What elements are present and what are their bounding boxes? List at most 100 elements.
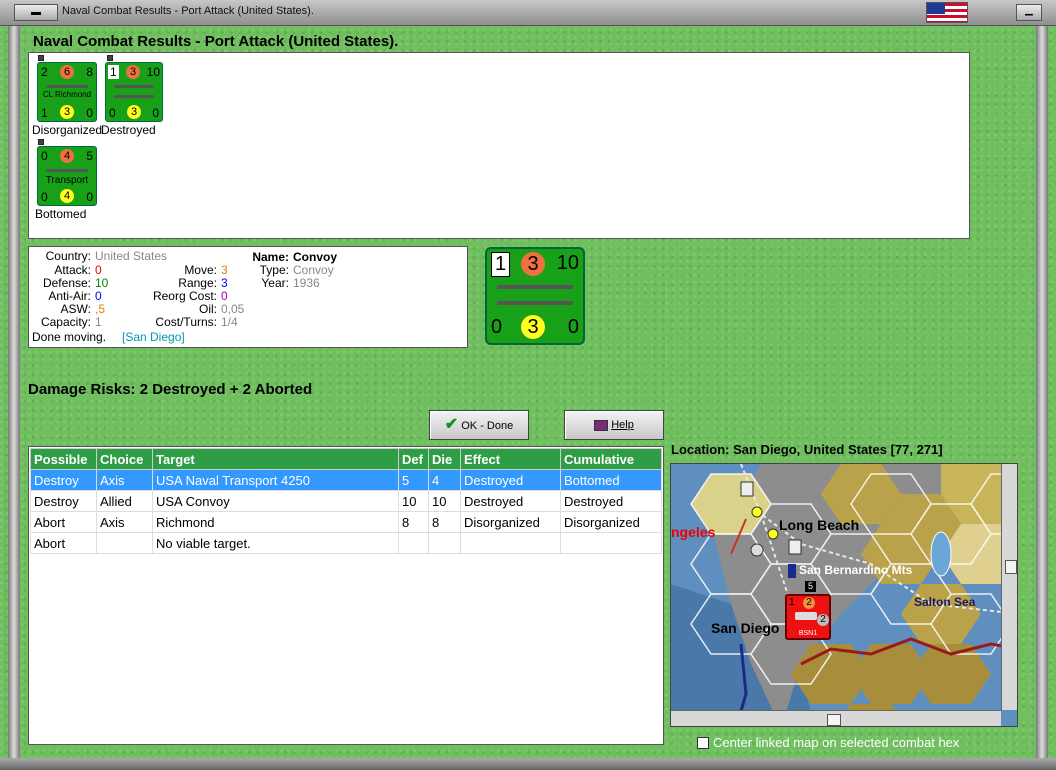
ok-done-button[interactable]: ✔ OK - Done: [429, 410, 529, 440]
column-header[interactable]: Cumulative: [560, 448, 662, 470]
counter-value: 1: [491, 252, 511, 277]
info-value: ,5: [95, 302, 106, 316]
nation-marker-icon: [107, 55, 113, 61]
damage-risks: Damage Risks: 2 Destroyed + 2 Aborted: [28, 381, 313, 398]
table-cell: Destroy: [30, 469, 97, 491]
scroll-thumb[interactable]: [827, 714, 841, 726]
info-value: 1936: [293, 276, 320, 290]
info-value: 3: [221, 276, 228, 290]
table-cell: 4: [428, 469, 461, 491]
column-header[interactable]: Choice: [96, 448, 153, 470]
column-header[interactable]: Effect: [460, 448, 561, 470]
table-cell: Axis: [96, 511, 153, 533]
scroll-thumb[interactable]: [1005, 560, 1017, 574]
frame-left: [8, 26, 20, 760]
window-title: Naval Combat Results - Port Attack (Unit…: [62, 5, 314, 17]
help-button[interactable]: Help: [564, 410, 664, 440]
table-cell: Bottomed: [560, 469, 662, 491]
table-row[interactable]: Destroy Allied USA Convoy 10 10 Destroye…: [30, 490, 662, 512]
table-cell: Destroyed: [460, 469, 561, 491]
table-row[interactable]: Destroy Axis USA Naval Transport 4250 5 …: [30, 469, 662, 491]
ship-icon: [114, 95, 154, 98]
info-value: 10: [95, 276, 109, 290]
info-label: Year:: [261, 276, 289, 290]
counter-value: 6: [60, 65, 74, 79]
counter-value: 0: [567, 316, 579, 338]
ship-icon: [46, 169, 88, 172]
stack-count-badge: 5: [805, 581, 816, 592]
ship-icon: [46, 85, 88, 88]
counter-name: CL Richmond: [42, 90, 92, 99]
counter-value: 2: [817, 614, 829, 626]
column-header[interactable]: Target: [152, 448, 399, 470]
info-label: Reorg Cost:: [152, 289, 217, 303]
system-menu-button[interactable]: ▬: [14, 4, 58, 21]
table-cell: [398, 532, 429, 554]
counter-value: 0: [86, 190, 93, 204]
units-panel: 2 6 8 CL Richmond 1 3 0 Disorganized 1 3…: [28, 52, 970, 239]
selected-unit-counter: 1 3 10 0 3 0: [485, 247, 585, 345]
table-cell: USA Naval Transport 4250: [152, 469, 399, 491]
counter-value: 5: [86, 149, 93, 163]
counter-value: 4: [60, 189, 74, 203]
nation-marker-icon: [38, 55, 44, 61]
linked-map[interactable]: ngeles Long Beach San Bernardino Mts Sal…: [670, 463, 1018, 727]
table-row[interactable]: Abort Axis Richmond 8 8 Disorganized Dis…: [30, 511, 662, 533]
counter-value: 0: [109, 106, 116, 120]
ship-icon: [795, 612, 817, 620]
column-header[interactable]: Def: [398, 448, 429, 470]
table-cell: [460, 532, 561, 554]
info-label: ASW:: [60, 302, 91, 316]
counter-value: 2: [803, 597, 815, 609]
frame-right: [1036, 26, 1048, 760]
us-flag-icon: [926, 2, 968, 23]
nation-marker-icon: [38, 139, 44, 145]
unit-counter-transport[interactable]: 0 4 5 Transport 0 4 0: [37, 146, 97, 206]
table-cell: 8: [428, 511, 461, 533]
unit-counter-convoy[interactable]: 1 3 10 0 3 0: [105, 62, 163, 122]
counter-value: 8: [86, 65, 93, 79]
info-value: Convoy: [293, 250, 338, 264]
ok-done-label: OK - Done: [461, 420, 514, 432]
center-map-checkbox[interactable]: [697, 737, 709, 749]
map-unit-counter[interactable]: 1 2 2 BSN1: [785, 594, 831, 640]
minimize-button[interactable]: ▁: [1016, 4, 1042, 21]
frame-bottom: [0, 758, 1056, 770]
counter-name: BSN1: [798, 630, 818, 637]
info-label: Country:: [45, 249, 91, 263]
info-label: Anti-Air:: [48, 289, 91, 303]
table-row[interactable]: Abort No viable target.: [30, 532, 662, 554]
map-label-san-bernardino: San Bernardino Mts: [799, 563, 913, 577]
table-cell: [428, 532, 461, 554]
info-label: Move:: [184, 263, 217, 277]
help-label: Help: [611, 419, 634, 431]
info-label: Capacity:: [40, 315, 91, 329]
map-vertical-scrollbar[interactable]: [1001, 464, 1017, 710]
counter-value: 3: [126, 65, 140, 79]
counter-value: 3: [521, 252, 545, 276]
unit-status: Destroyed: [101, 123, 156, 137]
center-map-label: Center linked map on selected combat hex: [713, 735, 960, 750]
unit-counter-richmond[interactable]: 2 6 8 CL Richmond 1 3 0: [37, 62, 97, 122]
column-header[interactable]: Die: [428, 448, 461, 470]
unit-status: Disorganized: [32, 123, 103, 137]
table-cell: Allied: [96, 490, 153, 512]
column-header[interactable]: Possible: [30, 448, 97, 470]
table-cell: Richmond: [152, 511, 399, 533]
counter-value: 10: [146, 65, 160, 79]
counter-value: 0: [491, 316, 503, 338]
map-horizontal-scrollbar[interactable]: [671, 710, 1001, 726]
table-cell: 5: [398, 469, 429, 491]
counter-value: 10: [556, 252, 579, 274]
info-label: Cost/Turns:: [155, 315, 217, 329]
map-label-salton-sea: Salton Sea: [914, 595, 976, 609]
counter-value: 3: [521, 315, 545, 339]
table-cell: 8: [398, 511, 429, 533]
info-label: Attack:: [54, 263, 91, 277]
table-cell: [560, 532, 662, 554]
info-value: 1/4: [221, 315, 238, 329]
table-cell: Destroyed: [560, 490, 662, 512]
info-value: 0: [95, 289, 102, 303]
unit-status: Bottomed: [35, 207, 87, 221]
info-value: 1: [95, 315, 102, 329]
